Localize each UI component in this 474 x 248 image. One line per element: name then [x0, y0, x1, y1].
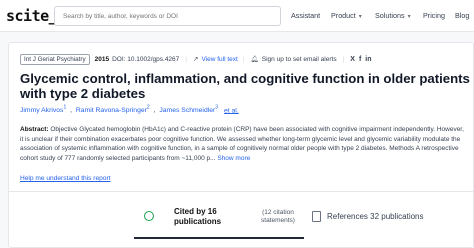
paper-title: Glycemic control, inflammation, and cogn… [20, 71, 470, 101]
nav-assistant[interactable]: Assistant [291, 11, 320, 20]
journal-badge[interactable]: Int J Geriat Psychiatry [20, 53, 90, 65]
author-link[interactable]: Ramit Ravona-Springer2 [76, 105, 150, 114]
tab-cited-by[interactable]: Cited by 16 publications (12 citation st… [134, 203, 304, 239]
et-al-link[interactable]: et al. [224, 107, 239, 114]
chevron-down-icon: ▾ [407, 14, 411, 20]
nav-product[interactable]: Product ▾ [331, 11, 362, 20]
abstract: Abstract: Objective Glycated hemoglobin … [20, 125, 468, 163]
paper-card: Int J Geriat Psychiatry 2015 DOI: 10.100… [8, 42, 474, 248]
citation-statements-count: (12 citation statements) [261, 209, 295, 224]
divider: | [242, 55, 245, 63]
divider: | [185, 55, 187, 63]
bell-icon: 🔔︎ [250, 56, 259, 63]
view-full-text-link[interactable]: View full text [201, 56, 237, 63]
scite-logo[interactable]: scite_ [6, 7, 58, 25]
abstract-label: Abstract: [20, 126, 49, 133]
doi-text: DOI: 10.1002/gps.4267 [112, 55, 180, 63]
facebook-share-icon[interactable]: f [359, 56, 361, 63]
author-link[interactable]: James Schmeidler3 [159, 105, 218, 114]
citation-icon [144, 211, 154, 221]
external-link-icon: ↗ [192, 56, 199, 63]
show-more-link[interactable]: Show more [217, 155, 250, 162]
search-box[interactable] [54, 6, 281, 26]
email-alerts-link[interactable]: Sign up to set email alerts [262, 56, 337, 63]
document-icon [312, 210, 321, 222]
author-link[interactable]: Jimmy Akrivos1 [20, 105, 66, 114]
cited-by-label: Cited by 16 publications [174, 207, 222, 226]
publication-year: 2015 [94, 55, 110, 63]
x-share-icon[interactable]: X [350, 56, 355, 63]
nav-solutions[interactable]: Solutions ▾ [375, 11, 411, 20]
nav-blog[interactable]: Blog [455, 11, 469, 20]
linkedin-share-icon[interactable]: in [365, 56, 371, 63]
nav-pricing[interactable]: Pricing [423, 11, 445, 20]
tab-references[interactable]: References 32 publications [312, 206, 424, 226]
references-label: References 32 publications [327, 211, 424, 221]
search-input[interactable] [63, 9, 273, 23]
help-understand-link[interactable]: Help me understand this report [20, 175, 111, 182]
top-navigation-bar: scite_ Assistant Product▾ Solutions▾ Pri… [0, 0, 474, 32]
author-list: Jimmy Akrivos1 , Ramit Ravona-Springer2 … [20, 105, 239, 115]
divider: | [342, 55, 345, 63]
chevron-down-icon: ▾ [358, 14, 362, 20]
section-divider [9, 191, 474, 192]
paper-meta-row: Int J Geriat Psychiatry 2015 DOI: 10.100… [20, 53, 376, 65]
